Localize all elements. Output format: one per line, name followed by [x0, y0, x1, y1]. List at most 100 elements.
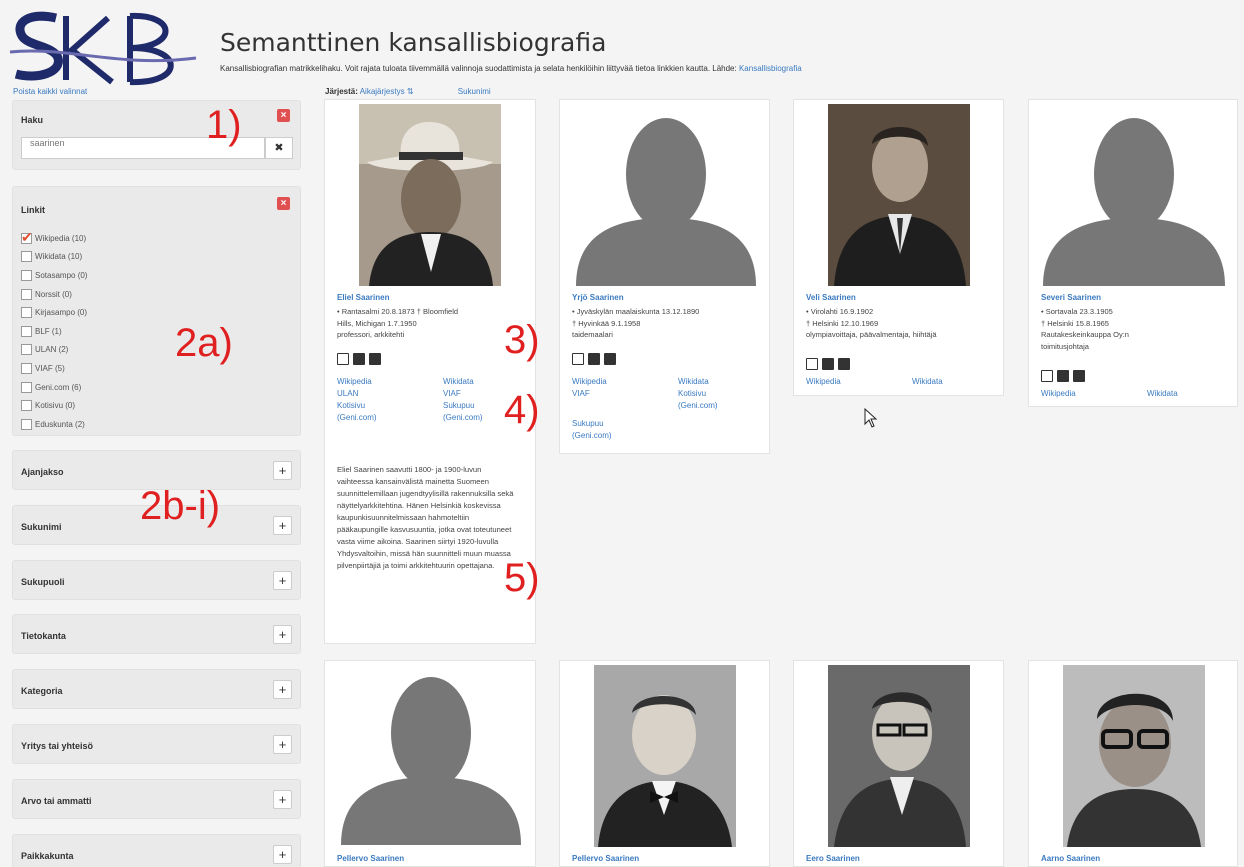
search-remove-button[interactable]: × — [277, 109, 290, 122]
checkbox-wikipedia[interactable]: Wikipedia (10) — [21, 229, 87, 248]
book-icon[interactable] — [822, 358, 834, 370]
geni-link[interactable]: (Geni.com) — [337, 412, 377, 424]
sort-surname[interactable]: Sukunimi — [458, 87, 491, 96]
viaf-link[interactable]: VIAF — [572, 388, 590, 400]
checkbox-wikidata[interactable]: Wikidata (10) — [21, 248, 87, 267]
checkbox-box[interactable] — [21, 344, 32, 356]
book-icon[interactable] — [353, 353, 365, 365]
birth-info: • Jyväskylän maalaiskunta 13.12.1890 — [572, 307, 700, 316]
library-icon[interactable] — [1073, 370, 1085, 382]
kotisivu-link[interactable]: Kotisivu — [678, 388, 706, 400]
wikidata-link[interactable]: Wikidata — [678, 376, 709, 388]
checkbox-box[interactable] — [21, 362, 32, 374]
wikidata-link[interactable]: Wikidata — [443, 376, 474, 388]
library-icon[interactable] — [604, 353, 616, 365]
expand-button[interactable]: + — [273, 680, 292, 699]
person-links: Wikipedia Wikidata VIAF Kotisivu (Geni.c… — [572, 376, 752, 446]
ulan-link[interactable]: ULAN — [337, 388, 358, 400]
wikipedia-link[interactable]: Wikipedia — [1041, 388, 1076, 400]
checkbox-norssit[interactable]: Norssit (0) — [21, 285, 87, 304]
checkbox-sotasampo[interactable]: Sotasampo (0) — [21, 266, 87, 285]
occupation: professori, arkkitehti — [337, 330, 405, 339]
library-icon[interactable] — [838, 358, 850, 370]
occupation: olympiavoittaja, päävalmentaja, hiihtäjä — [806, 330, 937, 339]
checkbox-blf[interactable]: BLF (1) — [21, 322, 87, 341]
facet-arvo[interactable]: Arvo tai ammatti + — [12, 779, 301, 819]
person-info: • Rantasalmi 20.8.1873 † Bloomfield Hill… — [337, 306, 517, 341]
checkbox-box[interactable] — [21, 288, 32, 300]
sort-chronological[interactable]: Aikajärjestys ⇅ — [360, 87, 414, 96]
person-name-link[interactable]: Pellervo Saarinen — [337, 854, 404, 863]
person-photo — [828, 104, 970, 286]
person-name-link[interactable]: Yrjö Saarinen — [572, 293, 624, 302]
expand-button[interactable]: + — [273, 461, 292, 480]
sukupuu-link[interactable]: Sukupuu — [443, 400, 475, 412]
geni-link[interactable]: (Geni.com) — [678, 400, 718, 412]
person-links: Wikipedia Wikidata — [806, 376, 986, 390]
checkbox-box[interactable] — [21, 325, 32, 337]
search-clear-button[interactable]: ✖ — [265, 137, 293, 159]
clear-all-link[interactable]: Poista kaikki valinnat — [13, 87, 87, 96]
death-info: Hills, Michigan 1.7.1950 — [337, 318, 417, 328]
person-name-link[interactable]: Veli Saarinen — [806, 293, 856, 302]
source-icons — [1041, 370, 1085, 382]
person-name-link[interactable]: Pellervo Saarinen — [572, 854, 639, 863]
wikipedia-link[interactable]: Wikipedia — [806, 376, 841, 388]
facet-kategoria[interactable]: Kategoria + — [12, 669, 301, 709]
sukupuu-link[interactable]: Sukupuu — [572, 418, 604, 430]
person-info: • Virolahti 16.9.1902 † Helsinki 12.10.1… — [806, 306, 986, 341]
geni-link[interactable]: (Geni.com) — [572, 430, 612, 442]
checkbox-box[interactable] — [21, 418, 32, 430]
death-info: † Hyvinkää 9.1.1958 — [572, 318, 641, 328]
facet-paikkakunta[interactable]: Paikkakunta + — [12, 834, 301, 867]
wikidata-link[interactable]: Wikidata — [1147, 388, 1178, 400]
wikidata-link[interactable]: Wikidata — [912, 376, 943, 388]
person-name-link[interactable]: Eliel Saarinen — [337, 293, 389, 302]
wikipedia-icon[interactable] — [337, 353, 349, 365]
expand-button[interactable]: + — [273, 625, 292, 644]
search-panel-title: Haku — [21, 115, 44, 125]
kansallisbiografia-link[interactable]: Kansallisbiografia — [739, 64, 802, 73]
checkbox-ulan[interactable]: ULAN (2) — [21, 341, 87, 360]
person-name-link[interactable]: Aarno Saarinen — [1041, 854, 1100, 863]
expand-button[interactable]: + — [273, 845, 292, 864]
expand-button[interactable]: + — [273, 516, 292, 535]
viaf-link[interactable]: VIAF — [443, 388, 461, 400]
geni-link[interactable]: (Geni.com) — [443, 412, 483, 424]
checkbox-geni[interactable]: Geni.com (6) — [21, 378, 87, 397]
checkbox-kirjasampo[interactable]: Kirjasampo (0) — [21, 303, 87, 322]
kotisivu-link[interactable]: Kotisivu — [337, 400, 365, 412]
wikipedia-link[interactable]: Wikipedia — [337, 376, 372, 388]
links-remove-button[interactable]: × — [277, 197, 290, 210]
expand-button[interactable]: + — [273, 790, 292, 809]
annotation-2a: 2a) — [175, 321, 233, 365]
checkbox-box[interactable] — [21, 269, 32, 281]
annotation-5: 5) — [504, 556, 540, 600]
facet-sukupuoli[interactable]: Sukupuoli + — [12, 560, 301, 600]
checkbox-label: Eduskunta (2) — [35, 419, 85, 429]
facet-title: Sukupuoli — [21, 577, 65, 587]
checkbox-box[interactable] — [21, 307, 32, 319]
facet-yritys[interactable]: Yritys tai yhteisö + — [12, 724, 301, 764]
person-name-link[interactable]: Eero Saarinen — [806, 854, 860, 863]
checkbox-viaf[interactable]: VIAF (5) — [21, 359, 87, 378]
checkbox-box[interactable] — [21, 251, 32, 263]
library-icon[interactable] — [369, 353, 381, 365]
checkbox-box[interactable] — [21, 400, 32, 412]
book-icon[interactable] — [588, 353, 600, 365]
checkbox-kotisivu[interactable]: Kotisivu (0) — [21, 396, 87, 415]
wikipedia-icon[interactable] — [572, 353, 584, 365]
facet-tietokanta[interactable]: Tietokanta + — [12, 614, 301, 654]
book-icon[interactable] — [1057, 370, 1069, 382]
expand-button[interactable]: + — [273, 571, 292, 590]
checkbox-box[interactable] — [21, 381, 32, 393]
checkbox-eduskunta[interactable]: Eduskunta (2) — [21, 415, 87, 434]
checkbox-label: Kotisivu (0) — [35, 401, 76, 411]
wikipedia-link[interactable]: Wikipedia — [572, 376, 607, 388]
wikipedia-icon[interactable] — [806, 358, 818, 370]
checkbox-box[interactable] — [21, 229, 33, 246]
wikipedia-icon[interactable] — [1041, 370, 1053, 382]
expand-button[interactable]: + — [273, 735, 292, 754]
person-info: • Jyväskylän maalaiskunta 13.12.1890 † H… — [572, 306, 752, 341]
person-name-link[interactable]: Severi Saarinen — [1041, 293, 1101, 302]
